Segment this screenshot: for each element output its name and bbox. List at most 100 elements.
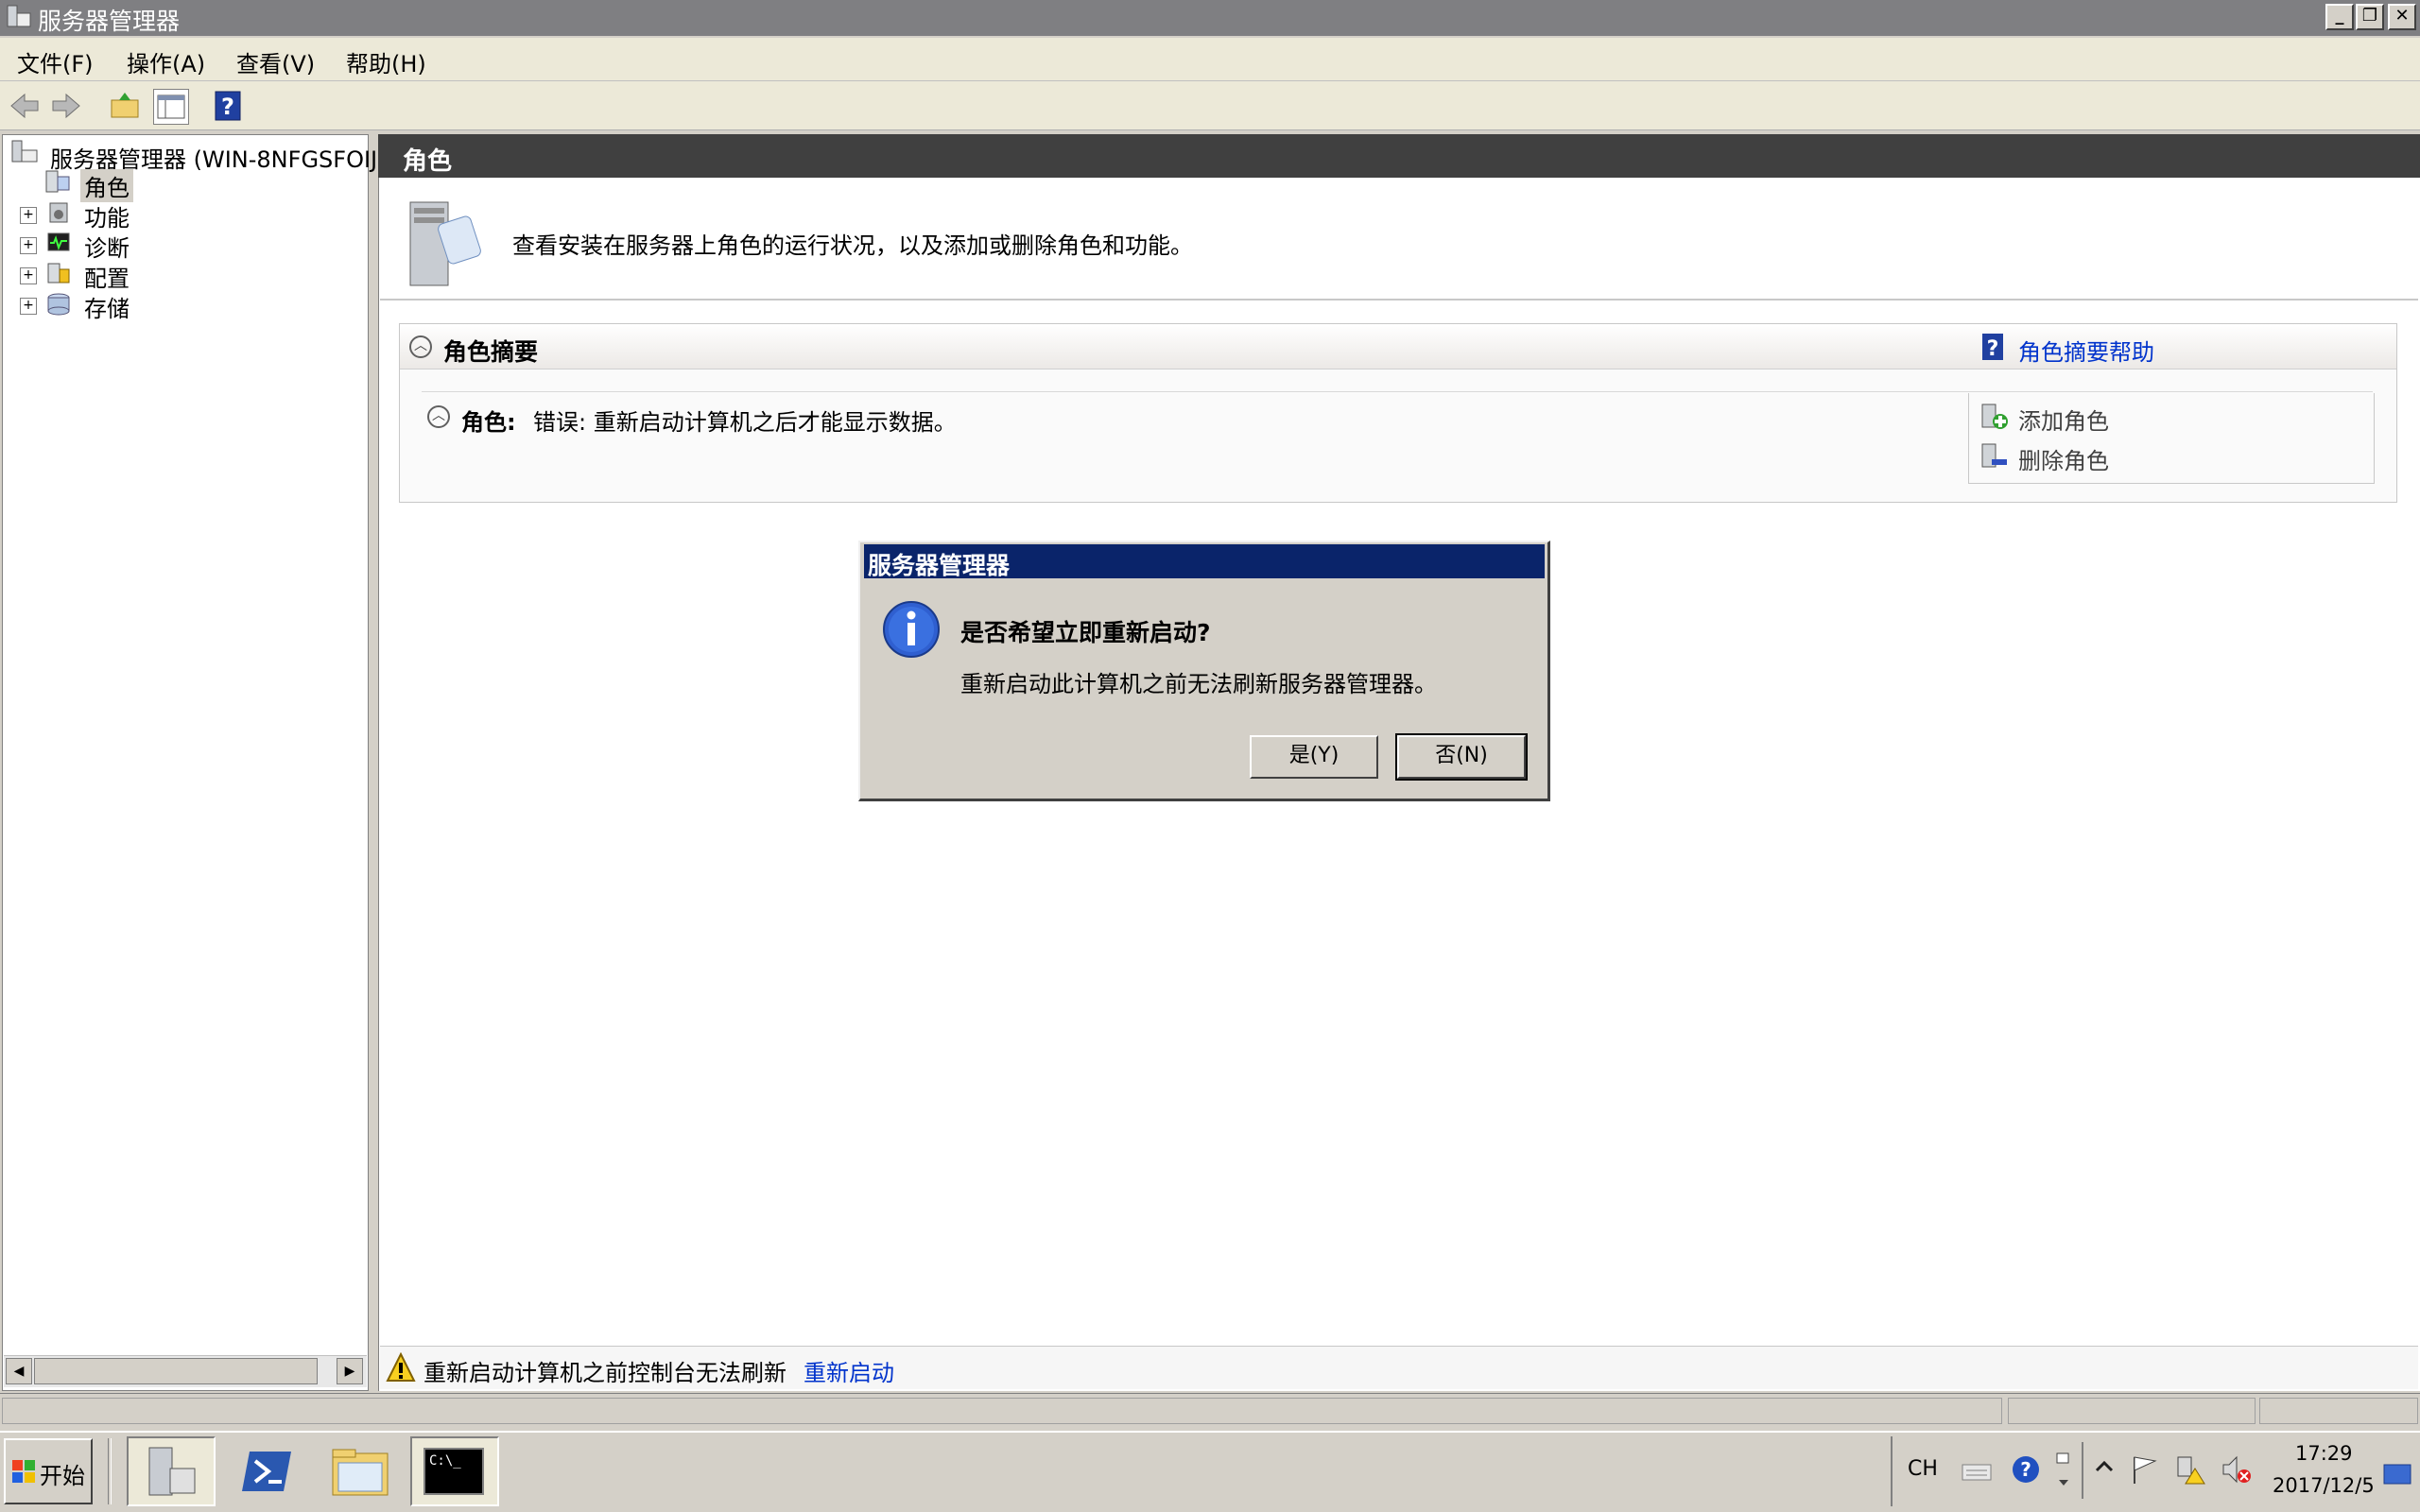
clock-date[interactable]: 2017/12/5 <box>2273 1474 2375 1497</box>
action-center-flag-icon[interactable] <box>2129 1453 2161 1486</box>
roles-actions: 添加角色 删除角色 <box>1968 393 2375 484</box>
role-summary-help-link[interactable]: 角色摘要帮助 <box>2018 334 2154 367</box>
dialog-message: 重新启动此计算机之前无法刷新服务器管理器。 <box>960 671 1437 697</box>
tree-horizontal-scrollbar[interactable]: ◀ ▶ <box>4 1355 367 1387</box>
taskbar-cmd[interactable]: C:\_ <box>410 1436 499 1506</box>
tree-item-configuration[interactable]: 配置 <box>44 260 233 292</box>
add-role-label: 添加角色 <box>2018 408 2109 435</box>
cmd-icon: C:\_ <box>424 1448 484 1495</box>
svg-text:?: ? <box>1987 337 1999 361</box>
tree-item-storage[interactable]: 存储 <box>44 290 233 322</box>
cmd-icon-text: C:\_ <box>429 1453 461 1469</box>
explorer-icon <box>332 1449 389 1496</box>
tree-item-label: 角色 <box>80 169 133 202</box>
no-button[interactable]: 否(N) <box>1395 733 1528 781</box>
expand-diagnostics[interactable]: + <box>20 237 37 254</box>
configuration-icon <box>47 263 70 284</box>
collapse-icon[interactable]: ︿ <box>409 335 432 358</box>
server-manager-icon <box>11 140 38 163</box>
up-folder-icon[interactable] <box>108 89 142 123</box>
window-switch-icon[interactable] <box>2053 1450 2074 1491</box>
volume-muted-icon[interactable] <box>2220 1453 2252 1486</box>
window-title: 服务器管理器 <box>38 8 181 35</box>
role-summary-header: ︿ 角色摘要 ? 角色摘要帮助 <box>400 324 2396 369</box>
taskbar-separator <box>108 1438 112 1504</box>
windows-logo-icon <box>12 1460 35 1483</box>
tree-item-diagnostics[interactable]: 诊断 <box>44 230 233 262</box>
content-header: 角色 <box>378 134 2420 178</box>
features-icon <box>49 202 68 223</box>
status-pane-2 <box>2008 1398 2256 1424</box>
status-pane-main <box>2 1398 2002 1424</box>
restore-button[interactable]: ❐ <box>2356 4 2384 30</box>
menu-action[interactable]: 操作(A) <box>127 45 205 78</box>
tree-item-features[interactable]: 功能 <box>44 199 233 232</box>
tray-separator <box>2082 1442 2083 1499</box>
help-icon: ? <box>1982 334 2003 361</box>
remove-role-action[interactable]: 删除角色 <box>1980 440 2169 474</box>
info-icon <box>883 601 940 658</box>
roles-icon <box>45 170 70 193</box>
dialog-title-bar[interactable]: 服务器管理器 <box>864 544 1545 579</box>
taskbar-server-manager[interactable] <box>127 1436 216 1506</box>
window-title-bar[interactable]: 服务器管理器 _ ❐ ✕ <box>0 0 2420 36</box>
show-hidden-icons-icon[interactable] <box>2093 1455 2116 1484</box>
help-circle-icon[interactable]: ? <box>2010 1453 2042 1486</box>
taskbar-powershell[interactable] <box>223 1436 312 1506</box>
description-text: 查看安装在服务器上角色的运行状况，以及添加或删除角色和功能。 <box>512 232 1193 259</box>
keyboard-icon[interactable] <box>1961 1457 1993 1484</box>
svg-text:?: ? <box>221 94 234 120</box>
toolbar: ? <box>0 81 2420 130</box>
network-warning-icon[interactable] <box>2174 1453 2206 1486</box>
clock-time[interactable]: 17:29 <box>2295 1442 2353 1465</box>
scroll-right-icon[interactable]: ▶ <box>337 1358 363 1384</box>
warning-icon <box>386 1352 416 1382</box>
restart-link[interactable]: 重新启动 <box>804 1354 894 1387</box>
scroll-thumb[interactable] <box>34 1358 318 1384</box>
yes-button[interactable]: 是(Y) <box>1250 735 1378 779</box>
dialog-title: 服务器管理器 <box>868 552 1011 579</box>
navigation-tree: 服务器管理器 (WIN-8NFGSFOIJ5 角色 + 功能 + 诊断 + 配置… <box>2 134 391 1391</box>
scroll-left-icon[interactable]: ◀ <box>6 1358 32 1384</box>
tree-item-roles[interactable]: 角色 <box>44 169 139 202</box>
menu-view[interactable]: 查看(V) <box>236 45 315 78</box>
start-button[interactable]: 开始 <box>4 1438 93 1504</box>
system-tray: CH ? 17:29 2017/12/5 <box>1891 1436 2416 1506</box>
storage-icon <box>47 293 70 316</box>
taskbar-explorer[interactable] <box>318 1436 406 1506</box>
roles-label: 角色: <box>461 409 516 436</box>
tree-item-label: 存储 <box>84 296 130 322</box>
status-pane-3 <box>2259 1398 2418 1424</box>
status-bar <box>0 1393 2420 1429</box>
expand-configuration[interactable]: + <box>20 267 37 284</box>
back-arrow-icon[interactable] <box>8 89 42 123</box>
expand-features[interactable]: + <box>20 207 37 224</box>
help-icon[interactable]: ? <box>212 89 246 123</box>
start-label: 开始 <box>40 1463 85 1489</box>
svg-text:?: ? <box>2020 1458 2031 1481</box>
description-area: 查看安装在服务器上角色的运行状况，以及添加或删除角色和功能。 <box>380 180 2418 301</box>
forward-arrow-icon[interactable] <box>49 89 83 123</box>
menu-help[interactable]: 帮助(H) <box>346 45 426 78</box>
close-button[interactable]: ✕ <box>2388 4 2416 30</box>
roles-large-icon <box>409 201 481 286</box>
role-summary-title: 角色摘要 <box>443 338 539 366</box>
expand-storage[interactable]: + <box>20 298 37 315</box>
show-hide-tree-icon[interactable] <box>153 89 189 125</box>
language-indicator[interactable]: CH <box>1908 1457 1938 1481</box>
tree-item-label: 配置 <box>84 266 130 292</box>
tree-item-label: 功能 <box>84 205 130 232</box>
minimize-button[interactable]: _ <box>2325 4 2354 30</box>
dialog-question: 是否希望立即重新启动? <box>960 619 1211 646</box>
server-manager-icon <box>7 5 31 27</box>
refresh-warning-bar: 重新启动计算机之前控制台无法刷新 重新启动 <box>380 1346 2418 1389</box>
show-desktop-icon[interactable] <box>2382 1461 2412 1487</box>
server-manager-icon <box>148 1447 196 1496</box>
diagnostics-icon <box>47 232 70 251</box>
remove-role-icon <box>1981 443 2007 468</box>
roles-error-text: 错误: 重新启动计算机之后才能显示数据。 <box>533 409 957 436</box>
menu-file[interactable]: 文件(F) <box>17 45 94 78</box>
remove-role-label: 删除角色 <box>2018 448 2109 474</box>
add-role-action[interactable]: 添加角色 <box>1980 401 2169 435</box>
collapse-icon[interactable]: ︿ <box>427 405 450 428</box>
